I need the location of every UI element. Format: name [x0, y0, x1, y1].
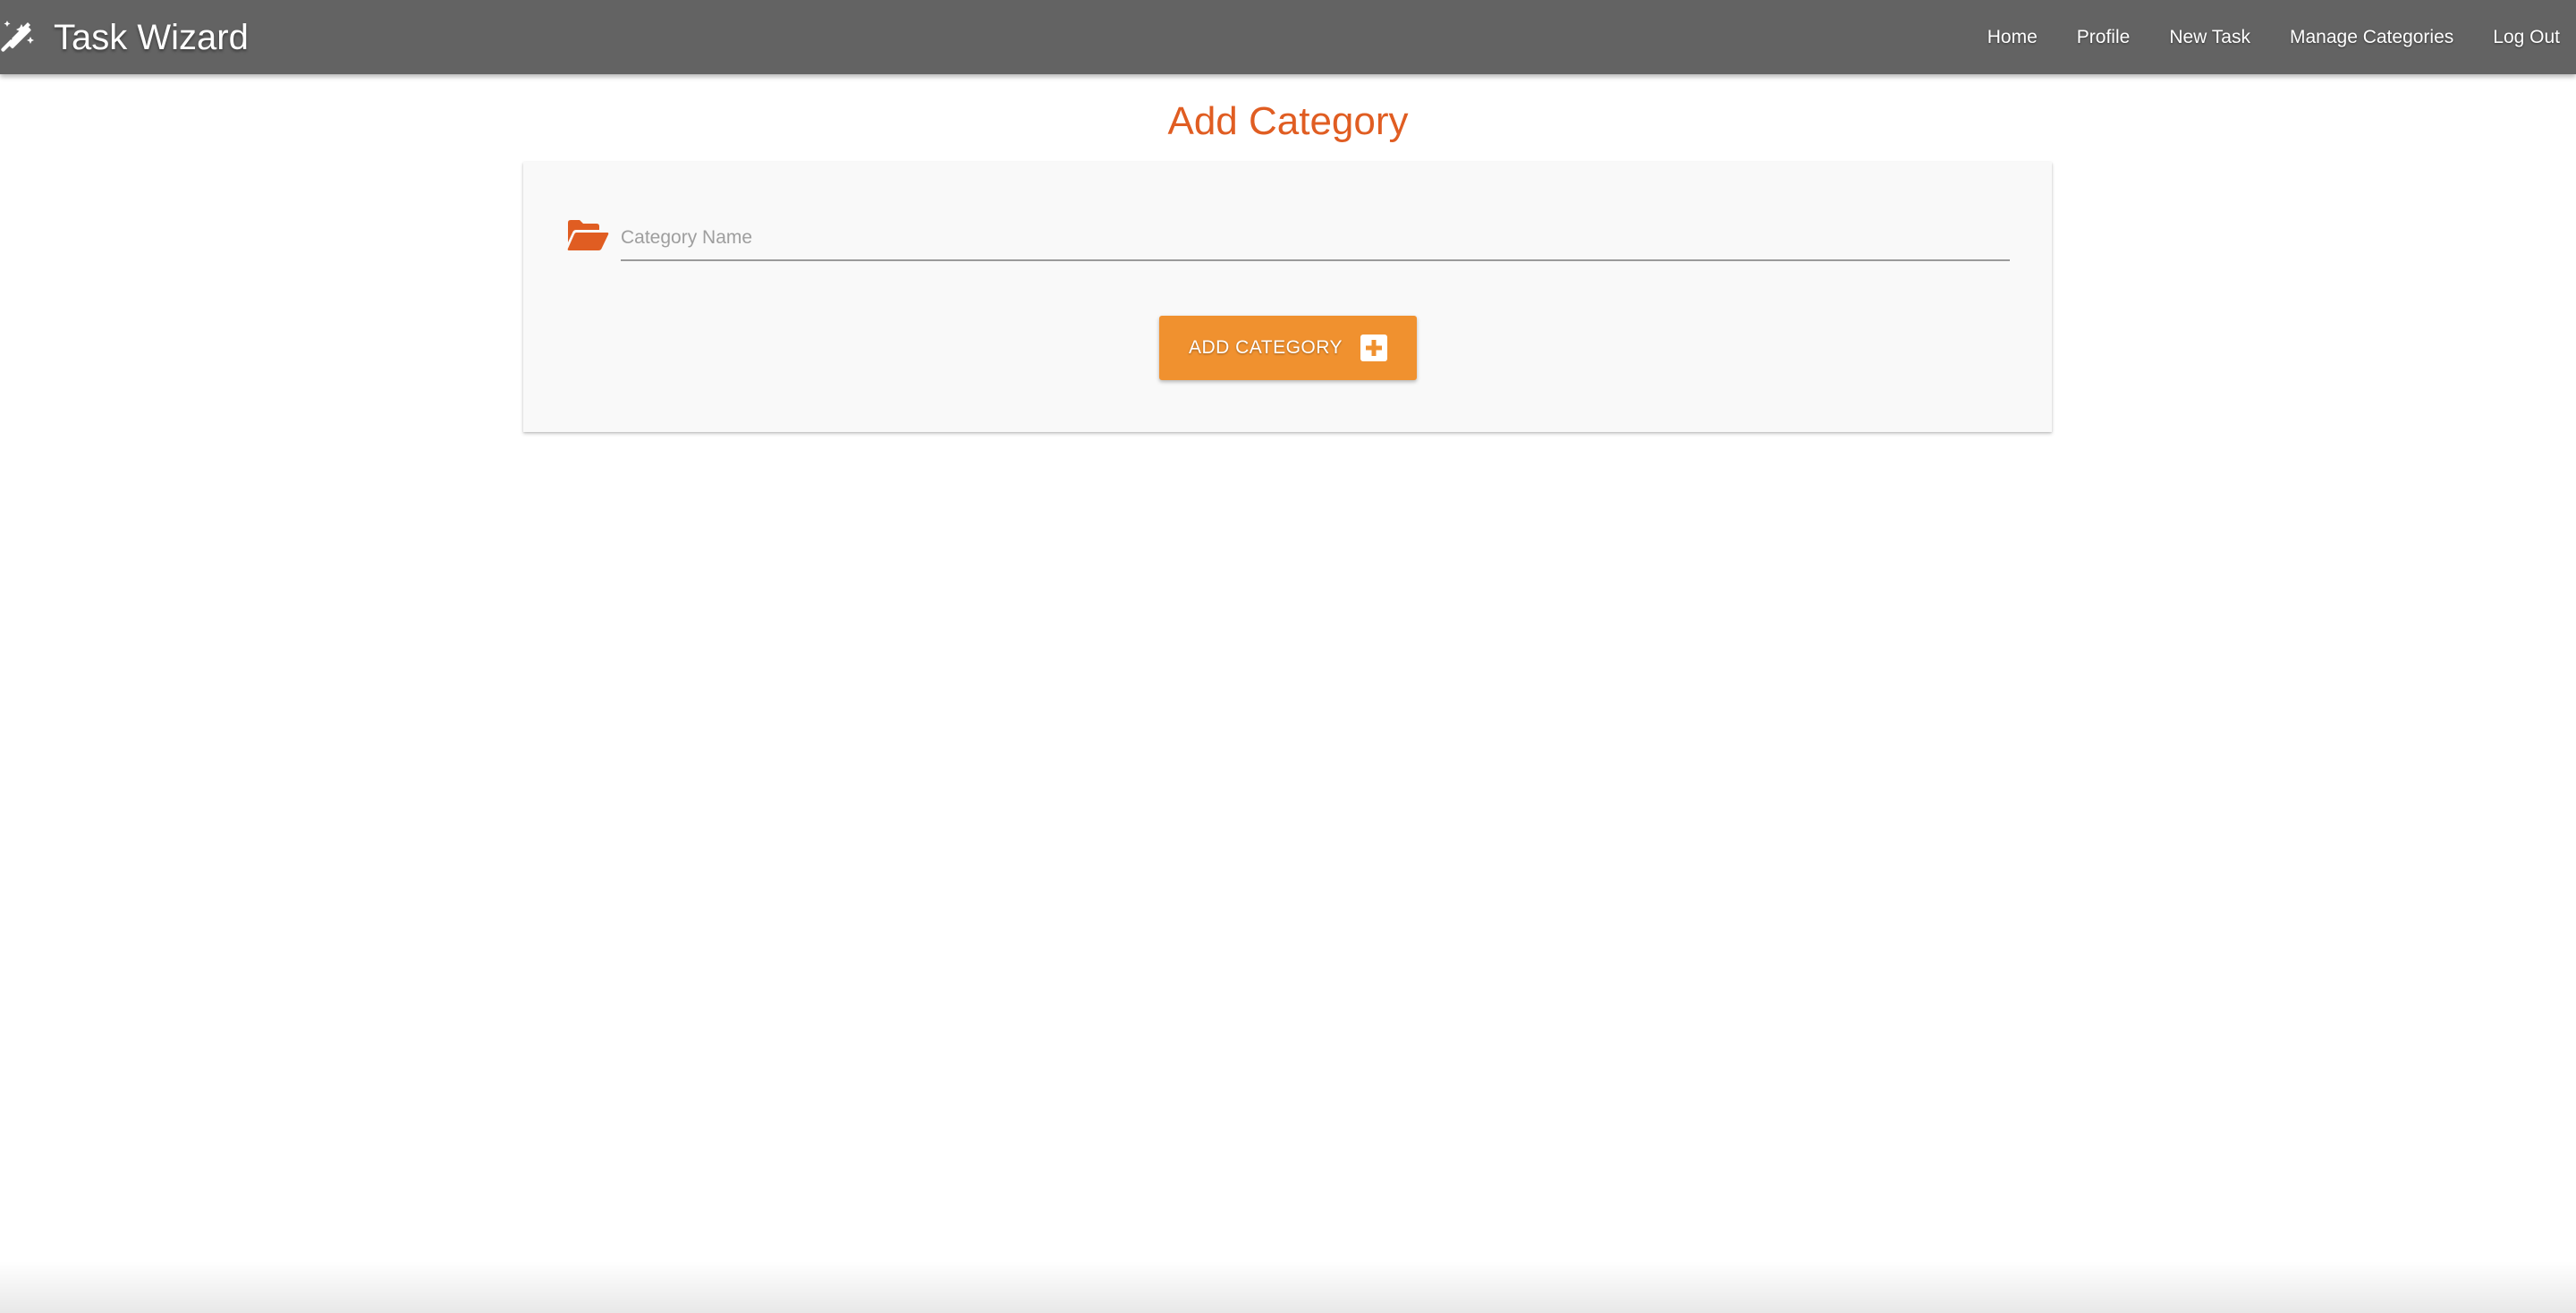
nav-link-log-out[interactable]: Log Out [2473, 27, 2576, 48]
nav-links: Home Profile New Task Manage Categories … [1968, 0, 2576, 74]
folder-open-icon [567, 220, 609, 250]
add-category-button[interactable]: ADD CATEGORY [1159, 316, 1417, 380]
add-category-button-label: ADD CATEGORY [1188, 337, 1343, 358]
bottom-edge-shadow [0, 1261, 2576, 1313]
brand-title: Task Wizard [54, 17, 249, 57]
add-category-card: ADD CATEGORY [523, 162, 2052, 432]
page-title: Add Category [1167, 99, 1409, 143]
category-name-field [566, 216, 2010, 261]
nav-link-home[interactable]: Home [1968, 27, 2057, 48]
nav-link-manage-categories[interactable]: Manage Categories [2270, 27, 2473, 48]
plus-square-icon [1360, 335, 1388, 361]
top-navbar: Task Wizard Home Profile New Task Manage… [0, 0, 2576, 74]
nav-link-profile[interactable]: Profile [2057, 27, 2150, 48]
category-name-input[interactable] [621, 216, 2010, 261]
brand[interactable]: Task Wizard [0, 0, 249, 74]
nav-link-new-task[interactable]: New Task [2149, 27, 2270, 48]
magic-wand-icon [1, 20, 34, 52]
